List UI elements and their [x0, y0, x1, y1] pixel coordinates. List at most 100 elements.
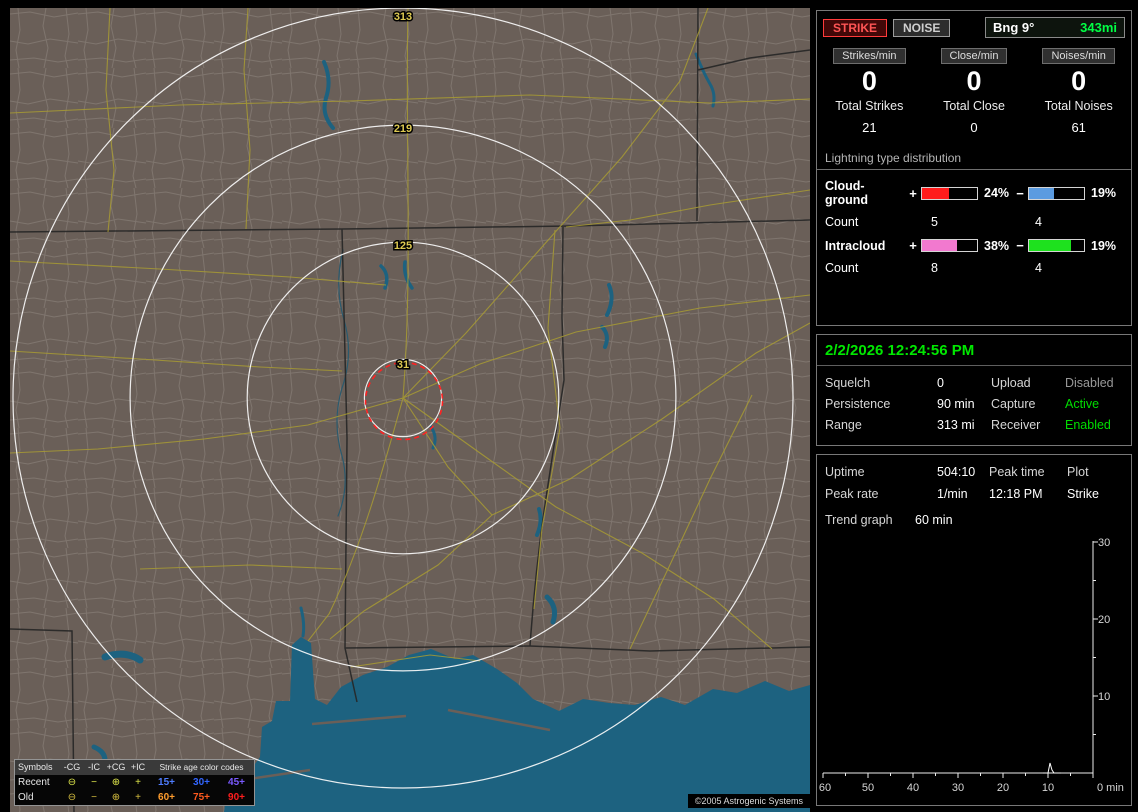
plot-value: Strike [1067, 487, 1099, 501]
status-grid: Squelch 0 Upload Disabled Persistence 90… [817, 366, 1131, 442]
intracloud-row: Intracloud + 38% − 19% [817, 229, 1131, 253]
map-panel[interactable]: 313 219 125 31 Symbols -CG -IC +CG +IC S… [10, 8, 810, 812]
total-close-label: Total Close [943, 99, 1005, 114]
age-60: 60+ [158, 791, 175, 803]
status-panel: 2/2/2026 12:24:56 PM Squelch 0 Upload Di… [816, 334, 1132, 446]
x-tick-60: 60 [819, 782, 831, 794]
ic-positive-bar [921, 239, 978, 253]
strikes-per-min-label[interactable]: Strikes/min [833, 48, 906, 64]
y-tick-30: 30 [1098, 537, 1110, 549]
trend-panel: Uptime 504:10 Peak time Plot Peak rate 1… [816, 454, 1132, 806]
age-90: 90+ [228, 791, 245, 803]
squelch-label: Squelch [825, 376, 871, 390]
plot-label: Plot [1067, 465, 1089, 479]
legend-symbols-header: Symbols [15, 760, 61, 775]
y-tick-10: 10 [1098, 691, 1110, 703]
cloud-ground-row: Cloud-ground + 24% − 19% [817, 170, 1131, 207]
cg-positive-count: 5 [931, 215, 938, 230]
age-15: 15+ [158, 776, 175, 788]
cg-positive-pct: 24% [984, 186, 1010, 201]
peak-rate-value: 1/min [937, 487, 968, 501]
x-tick-20: 20 [997, 782, 1009, 794]
persistence-value: 90 min [937, 397, 975, 411]
ic-negative-count: 4 [1035, 261, 1042, 276]
noises-per-min-label[interactable]: Noises/min [1042, 48, 1115, 64]
plus-sign: + [909, 238, 917, 254]
minus-sign: − [1016, 185, 1024, 201]
datetime-display: 2/2/2026 12:24:56 PM [817, 335, 1131, 366]
ic-positive-count: 8 [931, 261, 938, 276]
trend-graph: 60 50 40 30 20 10 0 min 30 20 10 [819, 537, 1124, 794]
ic-negative-bar [1028, 239, 1085, 253]
capture-status: Active [1065, 397, 1100, 411]
x-tick-40: 40 [907, 782, 919, 794]
age-75: 75+ [193, 791, 210, 803]
totals-row: Total Strikes 21 Total Close 0 Total Noi… [817, 99, 1131, 135]
x-origin-label: 0 min [1097, 782, 1124, 794]
uptime-label: Uptime [825, 465, 865, 479]
persistence-label: Persistence [825, 397, 891, 411]
minus-sign: − [1016, 238, 1024, 254]
legend-col-pos-ic: +IC [127, 760, 149, 775]
total-strikes-label: Total Strikes [835, 99, 904, 114]
trend-trace [1043, 762, 1061, 774]
legend-col-neg-ic: -IC [83, 760, 105, 775]
pos-ic-symbol-icon: + [135, 776, 141, 788]
bearing-range-display: Bng 9° 343mi [985, 17, 1125, 38]
noise-mode-button[interactable]: NOISE [893, 18, 951, 37]
stats-panel: STRIKE NOISE Bng 9° 343mi Strikes/min 0 … [816, 10, 1132, 326]
capture-label: Capture [991, 397, 1036, 411]
ic-negative-pct: 19% [1091, 238, 1117, 253]
cg-negative-count: 4 [1035, 215, 1042, 230]
neg-ic-symbol-icon: − [91, 791, 97, 803]
pos-cg-symbol-icon: ⊕ [111, 791, 121, 803]
count-label: Count [825, 215, 859, 230]
ring-label-inner: 31 [397, 359, 409, 371]
receiver-label: Receiver [991, 418, 1041, 432]
peak-time-value: 12:18 PM [989, 487, 1043, 501]
map-canvas: 313 219 125 31 [10, 8, 810, 812]
ic-positive-pct: 38% [984, 238, 1010, 253]
cloud-ground-count-row: Count 5 4 [817, 207, 1131, 229]
noises-per-min-value: 0 [1071, 66, 1087, 96]
mode-row: STRIKE NOISE Bng 9° 343mi [817, 11, 1131, 38]
age-30: 30+ [193, 776, 210, 788]
ring-label-second: 125 [394, 240, 412, 252]
ring-label-outer: 313 [394, 11, 412, 23]
graph-axes [823, 541, 1094, 774]
strike-mode-button[interactable]: STRIKE [823, 18, 888, 37]
peak-time-label: Peak time [989, 465, 1045, 479]
ic-positive-fill [922, 240, 957, 252]
cg-negative-bar [1028, 186, 1085, 200]
upload-label: Upload [991, 376, 1031, 390]
neg-cg-symbol-icon: ⊖ [67, 791, 77, 803]
sidebar: STRIKE NOISE Bng 9° 343mi Strikes/min 0 … [816, 0, 1132, 812]
x-tick-50: 50 [862, 782, 874, 794]
close-per-min-value: 0 [966, 66, 982, 96]
legend-col-pos-cg: +CG [105, 760, 127, 775]
app-window: 313 219 125 31 Symbols -CG -IC +CG +IC S… [0, 0, 1138, 812]
neg-cg-symbol-icon: ⊖ [67, 776, 77, 788]
x-tick-10: 10 [1042, 782, 1054, 794]
strike-legend: Symbols -CG -IC +CG +IC Strike age color… [14, 759, 255, 806]
trend-graph-label: Trend graph [825, 513, 893, 527]
neg-ic-symbol-icon: − [91, 776, 97, 788]
plus-sign: + [909, 185, 917, 201]
pos-cg-symbol-icon: ⊕ [111, 776, 121, 788]
ic-negative-fill [1029, 240, 1072, 252]
cg-positive-bar [921, 186, 978, 200]
legend-old-label: Old [18, 791, 34, 803]
squelch-value: 0 [937, 376, 944, 390]
total-close-value: 0 [970, 120, 978, 136]
total-noises-value: 61 [1071, 120, 1086, 136]
close-per-min-label[interactable]: Close/min [940, 48, 1008, 64]
cloud-ground-label: Cloud-ground [825, 179, 869, 208]
copyright-notice: ©2005 Astrogenic Systems [687, 794, 810, 808]
strikes-per-min-value: 0 [861, 66, 877, 96]
trend-window-value: 60 min [915, 513, 953, 527]
peak-rate-label: Peak rate [825, 487, 879, 501]
range-value: 343mi [1080, 20, 1117, 35]
total-strikes-value: 21 [862, 120, 877, 136]
legend-age-title: Strike age color codes [149, 760, 254, 775]
range-label: Range [825, 418, 862, 432]
